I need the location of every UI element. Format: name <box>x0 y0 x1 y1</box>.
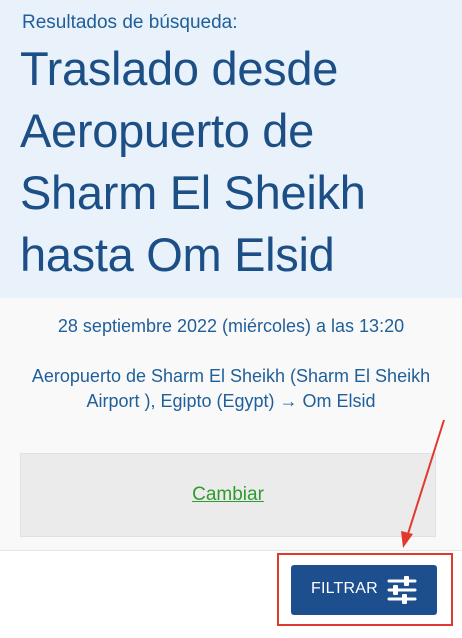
change-search-box: Cambiar <box>20 453 436 537</box>
sliders-icon <box>387 576 417 604</box>
trip-route: Aeropuerto de Sharm El Sheikh (Sharm El … <box>31 366 431 411</box>
search-results-header: Resultados de búsqueda: Traslado desde A… <box>0 0 462 298</box>
change-link[interactable]: Cambiar <box>21 484 435 506</box>
page-title: Traslado desde Aeropuerto de Sharm El Sh… <box>20 42 366 281</box>
filter-button[interactable]: FILTRAR <box>291 565 437 615</box>
results-label: Resultados de búsqueda: <box>22 12 238 33</box>
divider <box>0 550 462 551</box>
filter-button-label: FILTRAR <box>311 580 378 597</box>
trip-details-panel: 28 septiembre 2022 (miércoles) a las 13:… <box>0 298 462 550</box>
trip-date-time: 28 septiembre 2022 (miércoles) a las 13:… <box>57 316 405 336</box>
